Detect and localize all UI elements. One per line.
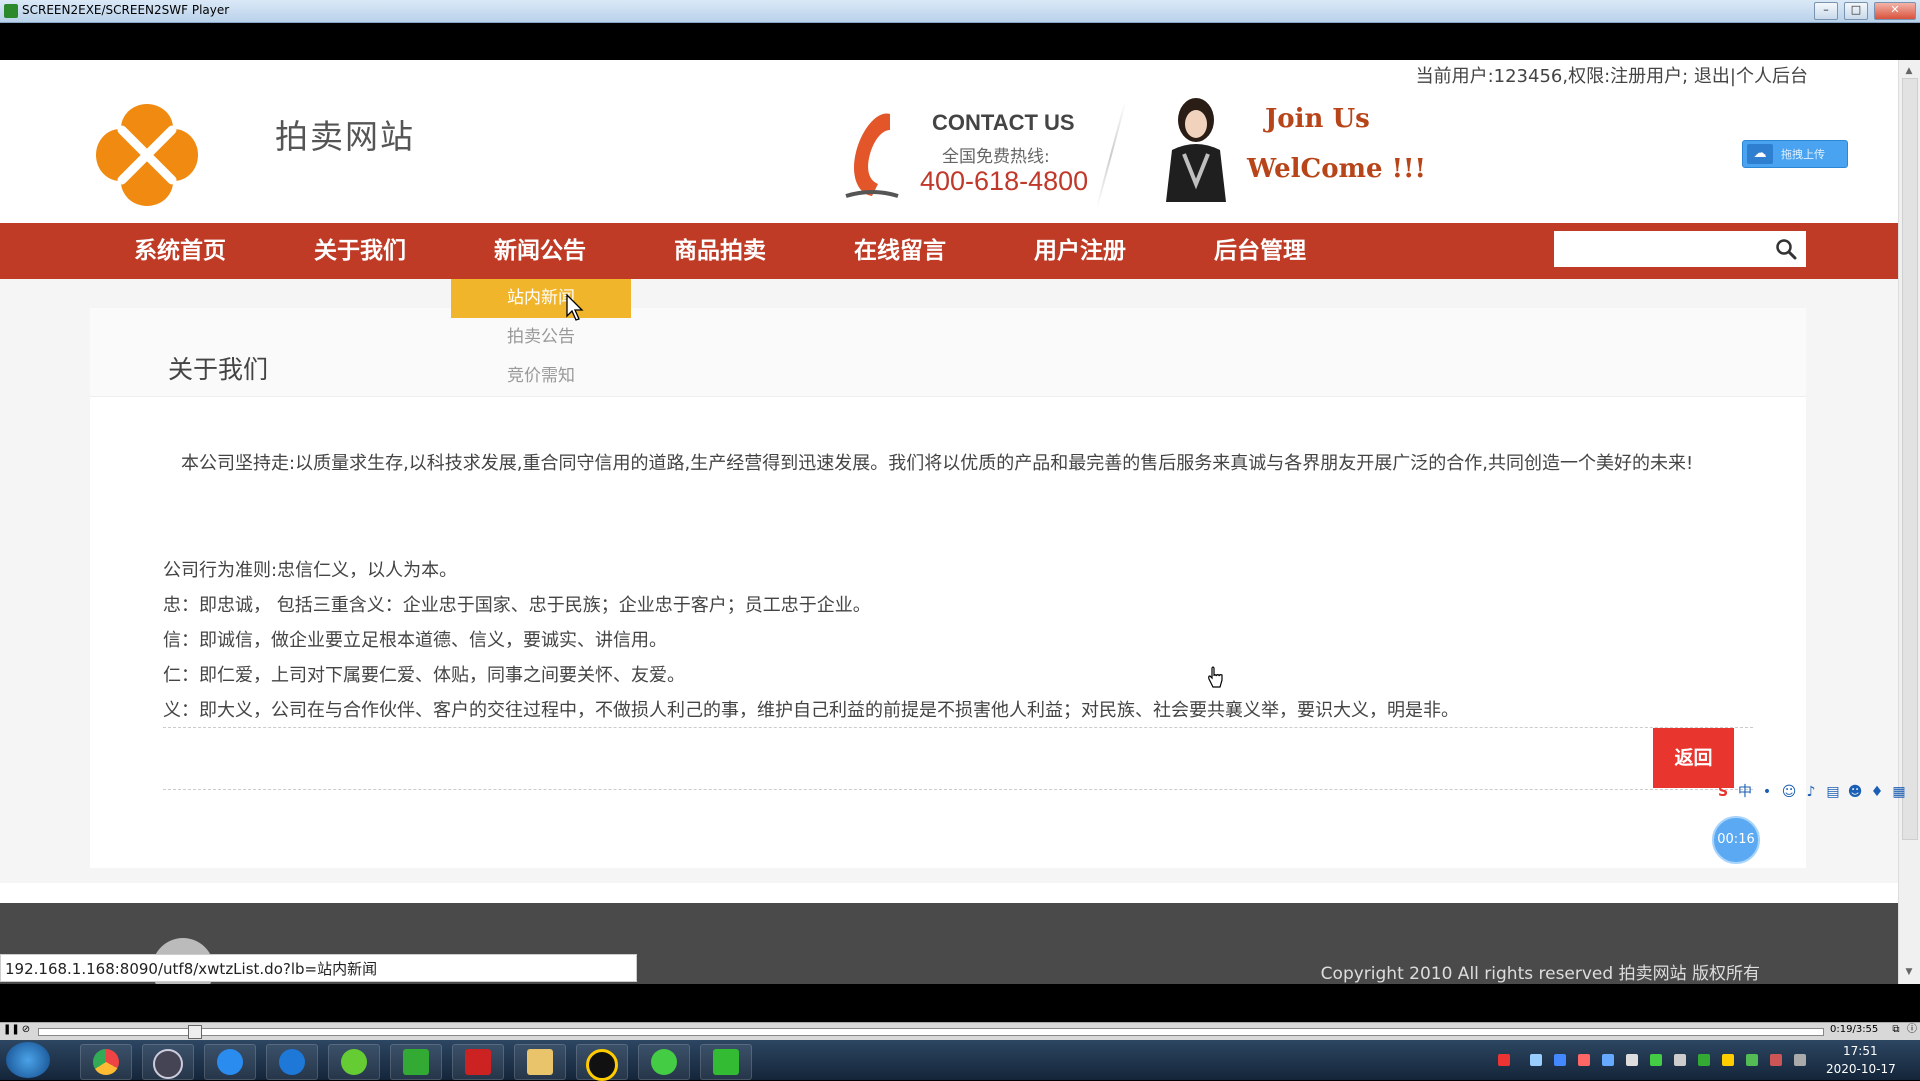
maximize-button[interactable]: □	[1844, 2, 1868, 20]
principle-line: 公司行为准则:忠信仁义，以人为本。	[163, 560, 458, 581]
mouse-cursor-icon	[566, 294, 584, 321]
phone-icon	[845, 113, 899, 198]
ime-voice-icon[interactable]: ♪	[1801, 782, 1821, 802]
player-timecode: 0:19/3:55	[1830, 1024, 1879, 1035]
scrollbar-thumb[interactable]	[1902, 78, 1918, 840]
fullscreen-icon[interactable]: ⧉	[1890, 1024, 1902, 1036]
dropdown-item-auction-notice[interactable]: 拍卖公告	[451, 318, 631, 357]
tray-icon[interactable]	[1530, 1054, 1542, 1066]
taskbar-browser[interactable]	[266, 1044, 318, 1080]
taskbar-flash[interactable]	[452, 1044, 504, 1080]
start-button[interactable]	[6, 1042, 50, 1078]
tray-icon[interactable]	[1626, 1054, 1638, 1066]
tray-qq-icon[interactable]	[1722, 1054, 1734, 1066]
player-title-bar: SCREEN2EXE/SCREEN2SWF Player – □ ✕	[0, 0, 1920, 23]
copyright-text: Copyright 2010 All rights reserved 拍卖网站 …	[1320, 964, 1760, 984]
dropdown-item-bidding-guide[interactable]: 竞价需知	[451, 357, 631, 396]
tray-network-icon[interactable]	[1746, 1054, 1758, 1066]
status-bar-url: 192.168.1.168:8090/utf8/xwtzList.do?lb=站…	[0, 954, 637, 982]
tray-icon[interactable]	[1554, 1054, 1566, 1066]
principle-benevolence: 仁：即仁爱，上司对下属要仁爱、体贴，同事之间要关怀、友爱。	[163, 665, 685, 686]
upload-label: 拖拽上传	[1781, 148, 1825, 161]
sogou-ime-icon[interactable]: S	[1713, 782, 1733, 802]
intro-paragraph: 本公司坚持走:以质量求生存,以科技求发展,重合同守信用的道路,生产经营得到迅速发…	[163, 453, 1694, 474]
player-progress-thumb[interactable]	[188, 1025, 202, 1039]
user-info[interactable]: 当前用户:123456,权限:注册用户; 退出|个人后台	[1416, 62, 1808, 88]
tray-shield-icon[interactable]	[1602, 1054, 1614, 1066]
ime-toolbox-icon[interactable]: ▦	[1889, 782, 1909, 802]
info-icon[interactable]: ⓘ	[1906, 1024, 1918, 1036]
ime-emoji-icon[interactable]: ☺	[1779, 782, 1799, 802]
ime-skin-icon[interactable]: ♦	[1867, 782, 1887, 802]
tray-action-center-icon[interactable]	[1794, 1054, 1806, 1066]
header-divider	[1095, 101, 1127, 209]
principle-trust: 信：即诚信，做企业要立足根本道德、信义，要诚实、讲信用。	[163, 630, 667, 651]
content-title: 关于我们	[168, 355, 269, 384]
taskbar-chrome[interactable]	[80, 1044, 132, 1080]
divider	[163, 727, 1753, 728]
taskbar-wechat[interactable]	[638, 1044, 690, 1080]
divider	[163, 789, 1753, 790]
nav-item-about[interactable]: 关于我们	[270, 223, 450, 279]
nav-item-register[interactable]: 用户注册	[990, 223, 1170, 279]
tray-icon[interactable]	[1698, 1054, 1710, 1066]
search-input[interactable]	[1554, 231, 1806, 267]
nav-item-admin[interactable]: 后台管理	[1170, 223, 1350, 279]
tray-sogou-icon[interactable]	[1498, 1054, 1510, 1066]
player-progress-track[interactable]	[38, 1028, 1824, 1036]
principle-righteousness: 义：即大义，公司在与合作伙伴、客户的交往过程中，不做损人利己的事，维护自己利益的…	[163, 700, 1459, 721]
scroll-up-arrow-icon[interactable]: ▲	[1902, 64, 1916, 78]
scroll-down-arrow-icon[interactable]: ▼	[1902, 965, 1916, 979]
nav-item-auction[interactable]: 商品拍卖	[630, 223, 810, 279]
nav-item-news[interactable]: 新闻公告	[450, 223, 630, 279]
tray-icon[interactable]	[1674, 1054, 1686, 1066]
nav-item-home[interactable]: 系统首页	[90, 223, 270, 279]
timer-badge[interactable]: 00:16	[1712, 816, 1760, 864]
taskbar-explorer[interactable]	[514, 1044, 566, 1080]
tray-wechat-icon[interactable]	[1650, 1054, 1662, 1066]
news-dropdown-menu: 站内新闻 拍卖公告 竞价需知	[451, 279, 631, 399]
contact-number: 400-618-4800	[920, 166, 1089, 196]
close-button[interactable]: ✕	[1874, 2, 1916, 20]
join-us-heading: Join Us	[1265, 104, 1370, 134]
nav-item-message[interactable]: 在线留言	[810, 223, 990, 279]
clock-time[interactable]: 17:51	[1843, 1044, 1878, 1058]
taskbar-app-2[interactable]	[142, 1044, 194, 1080]
tray-volume-icon[interactable]	[1770, 1054, 1782, 1066]
stop-icon[interactable]: ⊘	[20, 1024, 32, 1036]
clock-date[interactable]: 2020-10-17	[1826, 1062, 1896, 1076]
site-name: 拍卖网站	[275, 117, 415, 156]
ime-keyboard-icon[interactable]: ▤	[1823, 782, 1843, 802]
principle-loyalty: 忠：即忠诚， 包括三重含义：企业忠于国家、忠于民族；企业忠于客户；员工忠于企业。	[163, 595, 871, 616]
back-button[interactable]: 返回	[1653, 728, 1734, 788]
taskbar-app-6[interactable]	[390, 1044, 442, 1080]
cloud-icon: ☁	[1747, 144, 1773, 164]
contact-title: CONTACT US	[932, 110, 1075, 135]
taskbar-screen-player[interactable]	[700, 1044, 752, 1080]
ime-user-icon[interactable]: ☻	[1845, 782, 1865, 802]
welcome-text: WelCome !!!	[1247, 154, 1426, 184]
web-page: 当前用户:123456,权限:注册用户; 退出|个人后台 拍卖网站 CONTAC…	[0, 60, 1898, 984]
window-title: SCREEN2EXE/SCREEN2SWF Player	[22, 3, 230, 17]
site-logo-icon	[96, 104, 198, 206]
player-app-icon	[4, 4, 18, 18]
taskbar-baidu-netdisk[interactable]	[204, 1044, 256, 1080]
join-us-portrait-icon	[1166, 98, 1226, 202]
ime-toolbar: S 中 • ☺ ♪ ▤ ☻ ♦ ▦	[1713, 780, 1920, 804]
taskbar-qq[interactable]	[576, 1044, 628, 1081]
ime-chinese-mode-icon[interactable]: 中	[1735, 782, 1755, 802]
dropdown-item-site-news[interactable]: 站内新闻	[451, 279, 631, 318]
search-icon[interactable]	[1775, 238, 1797, 260]
ime-punctuation-icon[interactable]: •	[1757, 782, 1777, 802]
hand-cursor-icon	[1208, 666, 1223, 688]
minimize-button[interactable]: –	[1814, 2, 1838, 20]
pause-icon[interactable]: ❚❚	[3, 1024, 20, 1036]
drag-upload-button[interactable]: ☁ 拖拽上传	[1742, 140, 1848, 168]
tray-icon[interactable]	[1578, 1054, 1590, 1066]
taskbar-app-5[interactable]	[328, 1044, 380, 1080]
contact-subtitle: 全国免费热线:	[942, 147, 1050, 167]
content-card-header	[90, 308, 1806, 397]
